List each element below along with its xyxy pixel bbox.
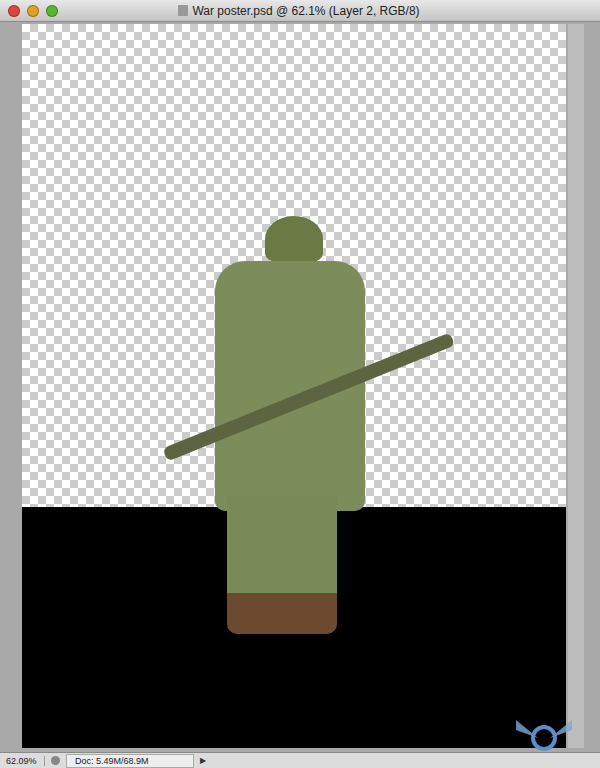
document-icon [178, 5, 188, 16]
status-icon [51, 756, 60, 765]
status-bar: 62.09% Doc: 5.49M/68.9M ▶ [0, 752, 600, 768]
canvas[interactable] [22, 24, 566, 748]
zoom-button[interactable] [46, 5, 58, 17]
status-menu-button[interactable]: ▶ [200, 756, 206, 765]
title-bar: War poster.psd @ 62.1% (Layer 2, RGB/8) [0, 0, 600, 22]
document-size: Doc: 5.49M/68.9M [66, 754, 194, 768]
close-button[interactable] [8, 5, 20, 17]
soldier-photo[interactable] [165, 216, 470, 634]
scrollbar[interactable] [568, 24, 584, 748]
photoshop-window: War poster.psd @ 62.1% (Layer 2, RGB/8) … [0, 0, 600, 768]
minimize-button[interactable] [27, 5, 39, 17]
window-controls [0, 5, 58, 17]
window-title: War poster.psd @ 62.1% (Layer 2, RGB/8) [58, 4, 600, 18]
zoom-field[interactable]: 62.09% [0, 756, 45, 766]
watermark-logo-icon [512, 710, 576, 768]
document-area [0, 22, 600, 752]
